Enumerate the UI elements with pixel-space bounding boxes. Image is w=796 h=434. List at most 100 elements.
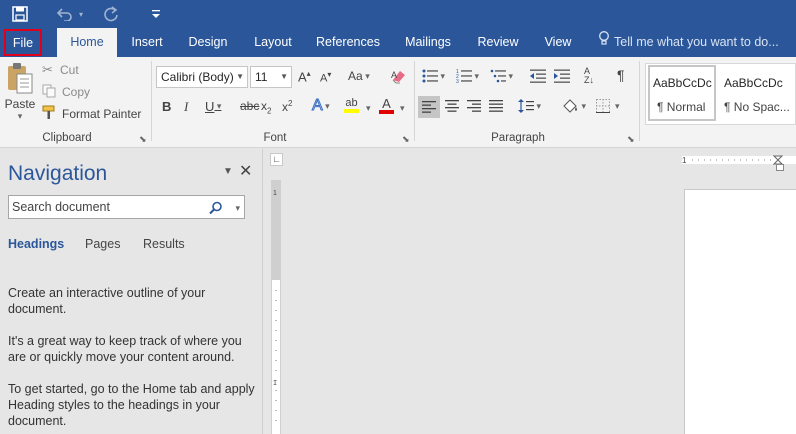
paste-label: Paste bbox=[4, 97, 36, 111]
vertical-ruler[interactable]: 1 1 bbox=[271, 180, 281, 434]
tab-references[interactable]: References bbox=[312, 28, 384, 57]
bullets-button[interactable]: ▾ bbox=[422, 69, 445, 83]
paint-bucket-icon bbox=[563, 99, 577, 113]
subscript-button[interactable]: x2 bbox=[261, 99, 271, 115]
highlight-color-button[interactable]: ab bbox=[344, 97, 359, 113]
superscript-button[interactable]: x2 bbox=[282, 99, 292, 114]
word-window: ▾ File Home Insert Design Layout Referen… bbox=[0, 0, 796, 434]
customize-qat-icon[interactable] bbox=[148, 4, 164, 24]
bold-icon: B bbox=[162, 99, 172, 114]
shrink-font-button[interactable]: A▾ bbox=[320, 70, 331, 85]
font-name-select[interactable]: Calibri (Body) ▼ bbox=[156, 66, 248, 88]
align-right-icon bbox=[467, 100, 481, 112]
font-size-select[interactable]: 11 ▼ bbox=[250, 66, 292, 88]
underline-button[interactable]: U ▾ bbox=[205, 99, 221, 114]
save-icon[interactable] bbox=[10, 4, 30, 24]
font-color-swatch bbox=[379, 110, 394, 114]
style-name: ¶ No Spac... bbox=[724, 100, 790, 114]
style-no-spacing[interactable]: AaBbCcDc ¶ No Spac... bbox=[720, 65, 796, 121]
undo-icon[interactable] bbox=[55, 4, 75, 24]
strikethrough-button[interactable]: abc bbox=[240, 99, 259, 113]
brush-icon bbox=[42, 105, 62, 123]
italic-button[interactable]: I bbox=[184, 99, 188, 115]
tab-design[interactable]: Design bbox=[182, 28, 234, 57]
style-normal[interactable]: AaBbCcDc ¶ Normal bbox=[648, 65, 716, 121]
paragraph-launcher-icon[interactable]: ⬊ bbox=[627, 134, 635, 145]
ribbon-separator bbox=[151, 61, 152, 141]
text-effects-button[interactable]: A ▾ bbox=[312, 97, 330, 115]
line-spacing-button[interactable]: ▾ bbox=[518, 99, 541, 113]
paragraph-group-label: Paragraph bbox=[491, 132, 545, 144]
tab-mailings[interactable]: Mailings bbox=[398, 28, 458, 57]
navigation-pane: Navigation ▼ ✕ Search document ▾ Heading… bbox=[0, 149, 263, 434]
pane-options-icon[interactable]: ▼ bbox=[223, 166, 233, 177]
tab-file[interactable]: File bbox=[4, 29, 42, 56]
bold-button[interactable]: B bbox=[162, 99, 171, 114]
chevron-down-icon: ▾ bbox=[506, 70, 514, 81]
align-left-button[interactable] bbox=[418, 96, 440, 118]
document-page[interactable] bbox=[684, 189, 796, 434]
tab-selector-icon[interactable]: ∟ bbox=[270, 153, 283, 166]
paste-dropdown-icon[interactable]: ▾ bbox=[18, 111, 23, 122]
chevron-down-icon[interactable]: ▾ bbox=[400, 103, 405, 114]
undo-dropdown-icon[interactable]: ▾ bbox=[76, 4, 86, 24]
cut-button[interactable]: ✂ Cut bbox=[42, 61, 79, 79]
borders-button[interactable]: ▾ bbox=[596, 99, 620, 113]
tab-layout[interactable]: Layout bbox=[248, 28, 298, 57]
style-preview: AaBbCcDc bbox=[653, 76, 712, 90]
grow-font-icon: A▴ bbox=[298, 69, 311, 85]
change-case-button[interactable]: Aa ▾ bbox=[348, 69, 370, 83]
paste-button[interactable]: Paste ▾ bbox=[4, 61, 36, 129]
copy-button[interactable]: Copy bbox=[42, 83, 90, 101]
chevron-down-icon[interactable]: ▾ bbox=[366, 103, 371, 114]
document-area: ∟ 1 1 1 bbox=[264, 149, 796, 434]
highlight-swatch bbox=[344, 109, 359, 113]
justify-icon bbox=[489, 100, 503, 112]
tab-headings[interactable]: Headings bbox=[8, 237, 64, 251]
search-icon[interactable] bbox=[209, 200, 223, 222]
search-input[interactable]: Search document ▾ bbox=[8, 195, 245, 219]
chevron-down-icon: ▾ bbox=[534, 100, 542, 111]
clipboard-group-label: Clipboard bbox=[42, 132, 92, 144]
tab-results[interactable]: Results bbox=[143, 237, 185, 251]
font-launcher-icon[interactable]: ⬊ bbox=[402, 134, 410, 145]
tab-insert[interactable]: Insert bbox=[123, 28, 171, 57]
copy-icon bbox=[42, 84, 62, 101]
format-painter-button[interactable]: Format Painter bbox=[42, 105, 141, 123]
tab-home[interactable]: Home bbox=[57, 28, 117, 58]
justify-button[interactable] bbox=[489, 100, 503, 112]
copy-label: Copy bbox=[62, 85, 91, 99]
clear-formatting-button[interactable]: A bbox=[390, 68, 408, 84]
align-center-button[interactable] bbox=[445, 100, 459, 112]
svg-text:1: 1 bbox=[682, 156, 687, 165]
tab-pages[interactable]: Pages bbox=[85, 237, 120, 251]
tab-view[interactable]: View bbox=[538, 28, 578, 57]
indent-marker[interactable] bbox=[776, 164, 784, 171]
show-formatting-button[interactable]: ¶ bbox=[617, 67, 625, 83]
numbering-button[interactable]: 123 ▾ bbox=[456, 69, 479, 83]
tab-review[interactable]: Review bbox=[472, 28, 524, 57]
clipboard-launcher-icon[interactable]: ⬊ bbox=[139, 134, 147, 145]
align-right-button[interactable] bbox=[467, 100, 481, 112]
search-placeholder: Search document bbox=[12, 200, 110, 214]
sort-button[interactable]: A Z↓ bbox=[584, 67, 594, 85]
multilevel-list-button[interactable]: ▾ bbox=[490, 69, 513, 83]
increase-indent-button[interactable] bbox=[554, 69, 570, 83]
chevron-down-icon: ▼ bbox=[280, 72, 288, 81]
chevron-down-icon: ▾ bbox=[214, 101, 222, 111]
redo-icon[interactable] bbox=[101, 4, 121, 24]
chevron-down-icon: ▼ bbox=[236, 72, 244, 81]
grow-font-button[interactable]: A▴ bbox=[298, 69, 311, 84]
chevron-down-icon: ▾ bbox=[579, 100, 587, 111]
close-icon[interactable]: ✕ bbox=[239, 161, 252, 181]
ribbon-separator bbox=[639, 61, 640, 141]
chevron-down-icon[interactable]: ▾ bbox=[235, 197, 240, 219]
ribbon-home: Paste ▾ ✂ Cut Copy Format Painter Clipbo… bbox=[0, 57, 796, 148]
font-size-value: 11 bbox=[255, 70, 268, 84]
tell-me-box[interactable]: Tell me what you want to do... bbox=[598, 28, 779, 57]
font-color-button[interactable]: A bbox=[379, 97, 394, 114]
shading-button[interactable]: ▾ bbox=[561, 98, 586, 114]
decrease-indent-button[interactable] bbox=[530, 69, 546, 83]
svg-text:3: 3 bbox=[456, 79, 459, 83]
quick-access-toolbar: ▾ bbox=[0, 0, 796, 28]
